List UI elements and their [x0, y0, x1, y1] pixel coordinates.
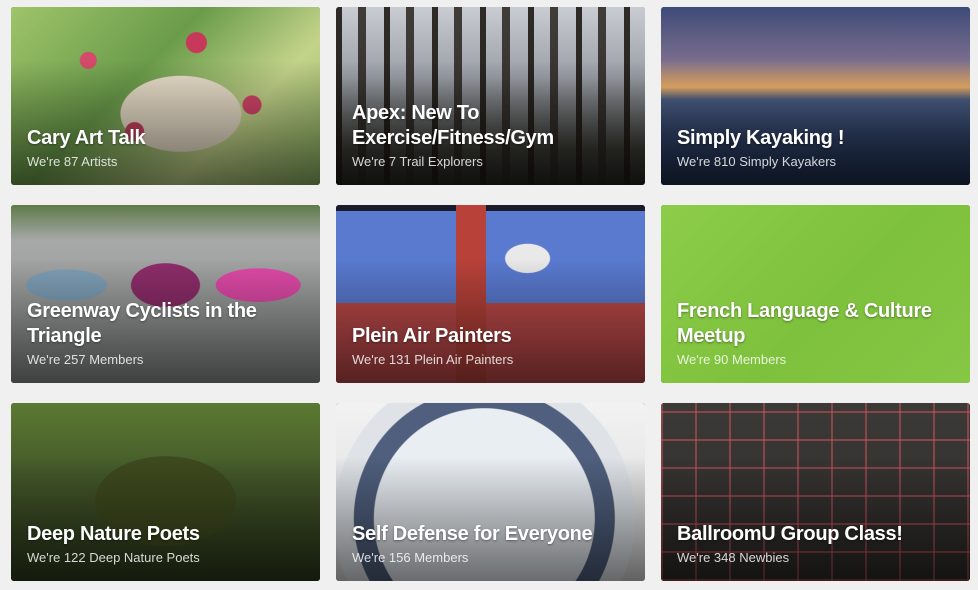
group-title[interactable]: Plein Air Painters [352, 324, 633, 349]
group-title[interactable]: Greenway Cyclists in the Triangle [27, 299, 308, 349]
group-card-cary-art-talk[interactable]: Cary Art Talk We're 87 Artists [11, 7, 320, 185]
member-count: We're 810 Simply Kayakers [677, 154, 837, 169]
member-count: We're 257 Members [27, 352, 144, 367]
group-card-self-defense[interactable]: Self Defense for Everyone We're 156 Memb… [336, 403, 645, 581]
member-count: We're 87 Artists [27, 154, 118, 169]
group-card-deep-nature-poets[interactable]: Deep Nature Poets We're 122 Deep Nature … [11, 403, 320, 581]
group-title[interactable]: Simply Kayaking ! [677, 126, 958, 151]
group-card-plein-air-painters[interactable]: Plein Air Painters We're 131 Plein Air P… [336, 205, 645, 383]
member-count: We're 90 Members [677, 352, 787, 367]
group-card-apex-fitness[interactable]: Apex: New To Exercise/Fitness/Gym We're … [336, 7, 645, 185]
group-card-ballroomu[interactable]: BallroomU Group Class! We're 348 Newbies [661, 403, 970, 581]
group-card-greenway-cyclists[interactable]: Greenway Cyclists in the Triangle We're … [11, 205, 320, 383]
group-title[interactable]: Deep Nature Poets [27, 522, 308, 547]
member-count: We're 7 Trail Explorers [352, 154, 483, 169]
group-card-simply-kayaking[interactable]: Simply Kayaking ! We're 810 Simply Kayak… [661, 7, 970, 185]
member-count: We're 348 Newbies [677, 550, 790, 565]
group-card-french-language[interactable]: French Language & Culture Meetup We're 9… [661, 205, 970, 383]
group-title[interactable]: Cary Art Talk [27, 126, 308, 151]
group-title[interactable]: BallroomU Group Class! [677, 522, 958, 547]
member-count: We're 122 Deep Nature Poets [27, 550, 200, 565]
group-card-grid: Cary Art Talk We're 87 Artists Apex: New… [0, 0, 978, 590]
group-title[interactable]: Apex: New To Exercise/Fitness/Gym [352, 101, 633, 151]
member-count: We're 156 Members [352, 550, 469, 565]
group-title[interactable]: Self Defense for Everyone [352, 522, 633, 547]
member-count: We're 131 Plein Air Painters [352, 352, 514, 367]
group-title[interactable]: French Language & Culture Meetup [677, 299, 958, 349]
